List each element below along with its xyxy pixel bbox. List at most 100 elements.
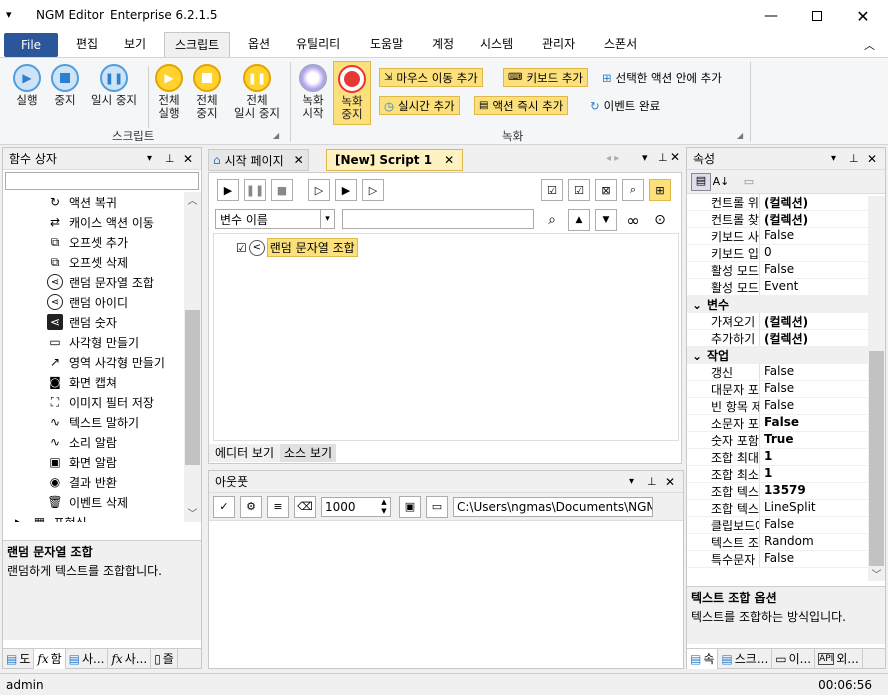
property-row[interactable]: 가져오기 (컬렉션) — [687, 313, 868, 330]
tab-editor-view[interactable]: 에디터 보기 — [209, 444, 281, 462]
property-value[interactable]: 1 — [759, 449, 868, 465]
event-done-button[interactable]: ↻ 이벤트 완료 — [586, 96, 664, 115]
property-row[interactable]: 조합 최대 1 — [687, 449, 868, 466]
property-value[interactable]: False — [759, 398, 868, 414]
tab-script-list[interactable]: ▤ 스크... — [718, 648, 773, 669]
scrollbar-thumb[interactable] — [185, 310, 200, 465]
function-item[interactable]: ∿ 텍스트 말하기 — [3, 412, 201, 432]
function-item[interactable]: ↗ 영역 사각형 만들기 — [3, 352, 201, 372]
node-checkbox[interactable]: ☑ — [236, 241, 247, 255]
add-inside-action-button[interactable]: ⊞ 선택한 액션 안에 추가 — [598, 68, 726, 87]
function-item[interactable]: ▣ 화면 알람 — [3, 452, 201, 472]
open-folder-button[interactable]: ▭ — [426, 495, 448, 518]
infinity-icon[interactable]: ∞ — [622, 209, 644, 231]
property-value[interactable]: LineSplit — [759, 500, 868, 516]
output-path-field[interactable]: C:\Users\ngmas\Documents\NGM6\ — [453, 496, 653, 517]
dialog-launcher-icon[interactable]: ◢ — [737, 131, 743, 140]
run-all-button[interactable]: ▶ 전체 실행 — [152, 64, 186, 120]
pause-button[interactable]: ❚❚ 일시 중지 — [86, 64, 142, 107]
property-value[interactable]: Event — [759, 279, 868, 295]
dialog-launcher-icon[interactable]: ◢ — [273, 131, 279, 140]
close-icon[interactable]: ✕ — [183, 152, 201, 166]
step-button[interactable]: ▷ — [308, 179, 330, 201]
menu-admin[interactable]: 관리자 — [532, 32, 585, 58]
pin-icon[interactable]: ⊥ — [647, 475, 665, 488]
next-button[interactable]: ▼ — [595, 209, 617, 231]
close-icon[interactable]: ✕ — [867, 152, 885, 166]
property-row[interactable]: 클립보드에False — [687, 517, 868, 534]
close-tab-icon[interactable]: ✕ — [294, 153, 304, 167]
tab-images[interactable]: ▭ 이... — [772, 648, 816, 669]
property-row[interactable]: 추가하기 (컬렉션) — [687, 330, 868, 347]
variable-select[interactable]: 변수 이름 ▾ — [215, 209, 335, 229]
tab-list-icon[interactable]: ▾ — [642, 151, 648, 164]
close-icon[interactable]: ✕ — [670, 150, 680, 164]
maximize-button[interactable] — [794, 0, 840, 32]
property-row[interactable]: 대문자 포함False — [687, 381, 868, 398]
menu-help[interactable]: 도움말 — [360, 32, 413, 58]
file-menu[interactable]: File — [4, 33, 58, 57]
search-icon[interactable]: ⌕ — [541, 209, 563, 231]
property-value[interactable]: False — [759, 551, 868, 567]
property-row[interactable]: 조합 최소 1 — [687, 466, 868, 483]
run-selected-button[interactable]: ▷ — [362, 179, 384, 201]
property-value[interactable]: (컬렉션) — [759, 313, 868, 329]
tree-view-button[interactable]: ⊞ — [649, 179, 671, 201]
property-value[interactable]: 13579 — [759, 483, 868, 499]
record-start-button[interactable]: 녹화 시작 — [296, 64, 330, 120]
property-value[interactable]: (컬렉션) — [759, 330, 868, 346]
clear-log-button[interactable]: ✓ — [213, 495, 235, 518]
function-item[interactable]: ⛶ 이미지 필터 저장 — [3, 392, 201, 412]
expand-arrow-icon[interactable]: ▸ — [15, 517, 20, 522]
property-value[interactable]: False — [759, 228, 868, 244]
dropdown-icon[interactable]: ▾ — [831, 153, 849, 164]
property-row[interactable]: 숫자 포함 True — [687, 432, 868, 449]
property-row[interactable]: 빈 항목 제거False — [687, 398, 868, 415]
function-item[interactable]: ⋖ 랜덤 숫자 — [3, 312, 201, 332]
property-value[interactable]: True — [759, 432, 868, 448]
property-pages-icon[interactable]: ▭ — [739, 175, 759, 188]
function-tree-scrollbar[interactable]: ︿ ﹀ — [184, 192, 201, 522]
check-button[interactable]: ☑ — [568, 179, 590, 201]
mouse-move-add-button[interactable]: ⇲ 마우스 이동 추가 — [379, 68, 483, 87]
stop-all-button[interactable]: 전체 중지 — [190, 64, 224, 120]
function-item[interactable]: 🗑 이벤트 삭제 — [3, 492, 201, 512]
tab-external[interactable]: API 외... — [815, 648, 863, 669]
scrollbar-thumb[interactable] — [869, 351, 884, 566]
function-item[interactable]: ◙ 화면 캡쳐 — [3, 372, 201, 392]
ribbon-collapse-icon[interactable]: ︿ — [864, 37, 875, 53]
property-row[interactable]: 활성 모드 Event — [687, 279, 868, 296]
tab-source-view[interactable]: 소스 보기 — [280, 444, 336, 462]
property-row[interactable]: 소문자 포함False — [687, 415, 868, 432]
close-icon[interactable]: ✕ — [665, 475, 683, 489]
pin-icon[interactable]: ⊥ — [658, 151, 668, 164]
tab-user[interactable]: ▤ 사... — [66, 648, 109, 669]
tab-user-functions[interactable]: fx 사... — [108, 648, 152, 669]
property-category[interactable]: ⌄ 변수 — [687, 296, 868, 313]
system-menu-icon[interactable]: ▾ — [6, 8, 12, 21]
settings-button[interactable]: ⚙ — [240, 495, 262, 518]
menu-utility[interactable]: 유틸리티 — [286, 32, 350, 58]
property-value[interactable]: False — [759, 517, 868, 533]
property-value[interactable]: False — [759, 415, 868, 431]
function-item[interactable]: ⧉ 오프셋 삭제 — [3, 252, 201, 272]
tab-start-page[interactable]: ⌂ 시작 페이지 ✕ — [208, 149, 309, 171]
tab-script-1[interactable]: [New] Script 1 ✕ — [326, 149, 464, 171]
stop-button[interactable]: ■ — [271, 179, 293, 201]
property-row[interactable]: 텍스트 조합Random — [687, 534, 868, 551]
property-grid-scrollbar[interactable]: ﹀ — [868, 196, 885, 581]
property-row[interactable]: 조합 텍스트LineSplit — [687, 500, 868, 517]
categorized-icon[interactable]: ▤ — [691, 172, 711, 191]
function-item[interactable]: ⋖ 랜덤 문자열 조합 — [3, 272, 201, 292]
run-button[interactable]: ▶ 실행 — [10, 64, 44, 107]
property-row[interactable]: 조합 텍스트13579 — [687, 483, 868, 500]
function-item[interactable]: ⋖ 랜덤 아이디 — [3, 292, 201, 312]
pause-all-button[interactable]: ❚❚ 전체 일시 중지 — [228, 64, 286, 120]
save-button[interactable]: ▣ — [399, 495, 421, 518]
stop-button[interactable]: 중지 — [48, 64, 82, 107]
menu-system[interactable]: 시스템 — [470, 32, 523, 58]
stepper-arrows-icon[interactable]: ▲ ▼ — [378, 498, 390, 516]
menu-script[interactable]: 스크립트 — [164, 32, 231, 59]
property-value[interactable]: (컬렉션) — [759, 194, 868, 210]
run-from-button[interactable]: ▶ — [335, 179, 357, 201]
